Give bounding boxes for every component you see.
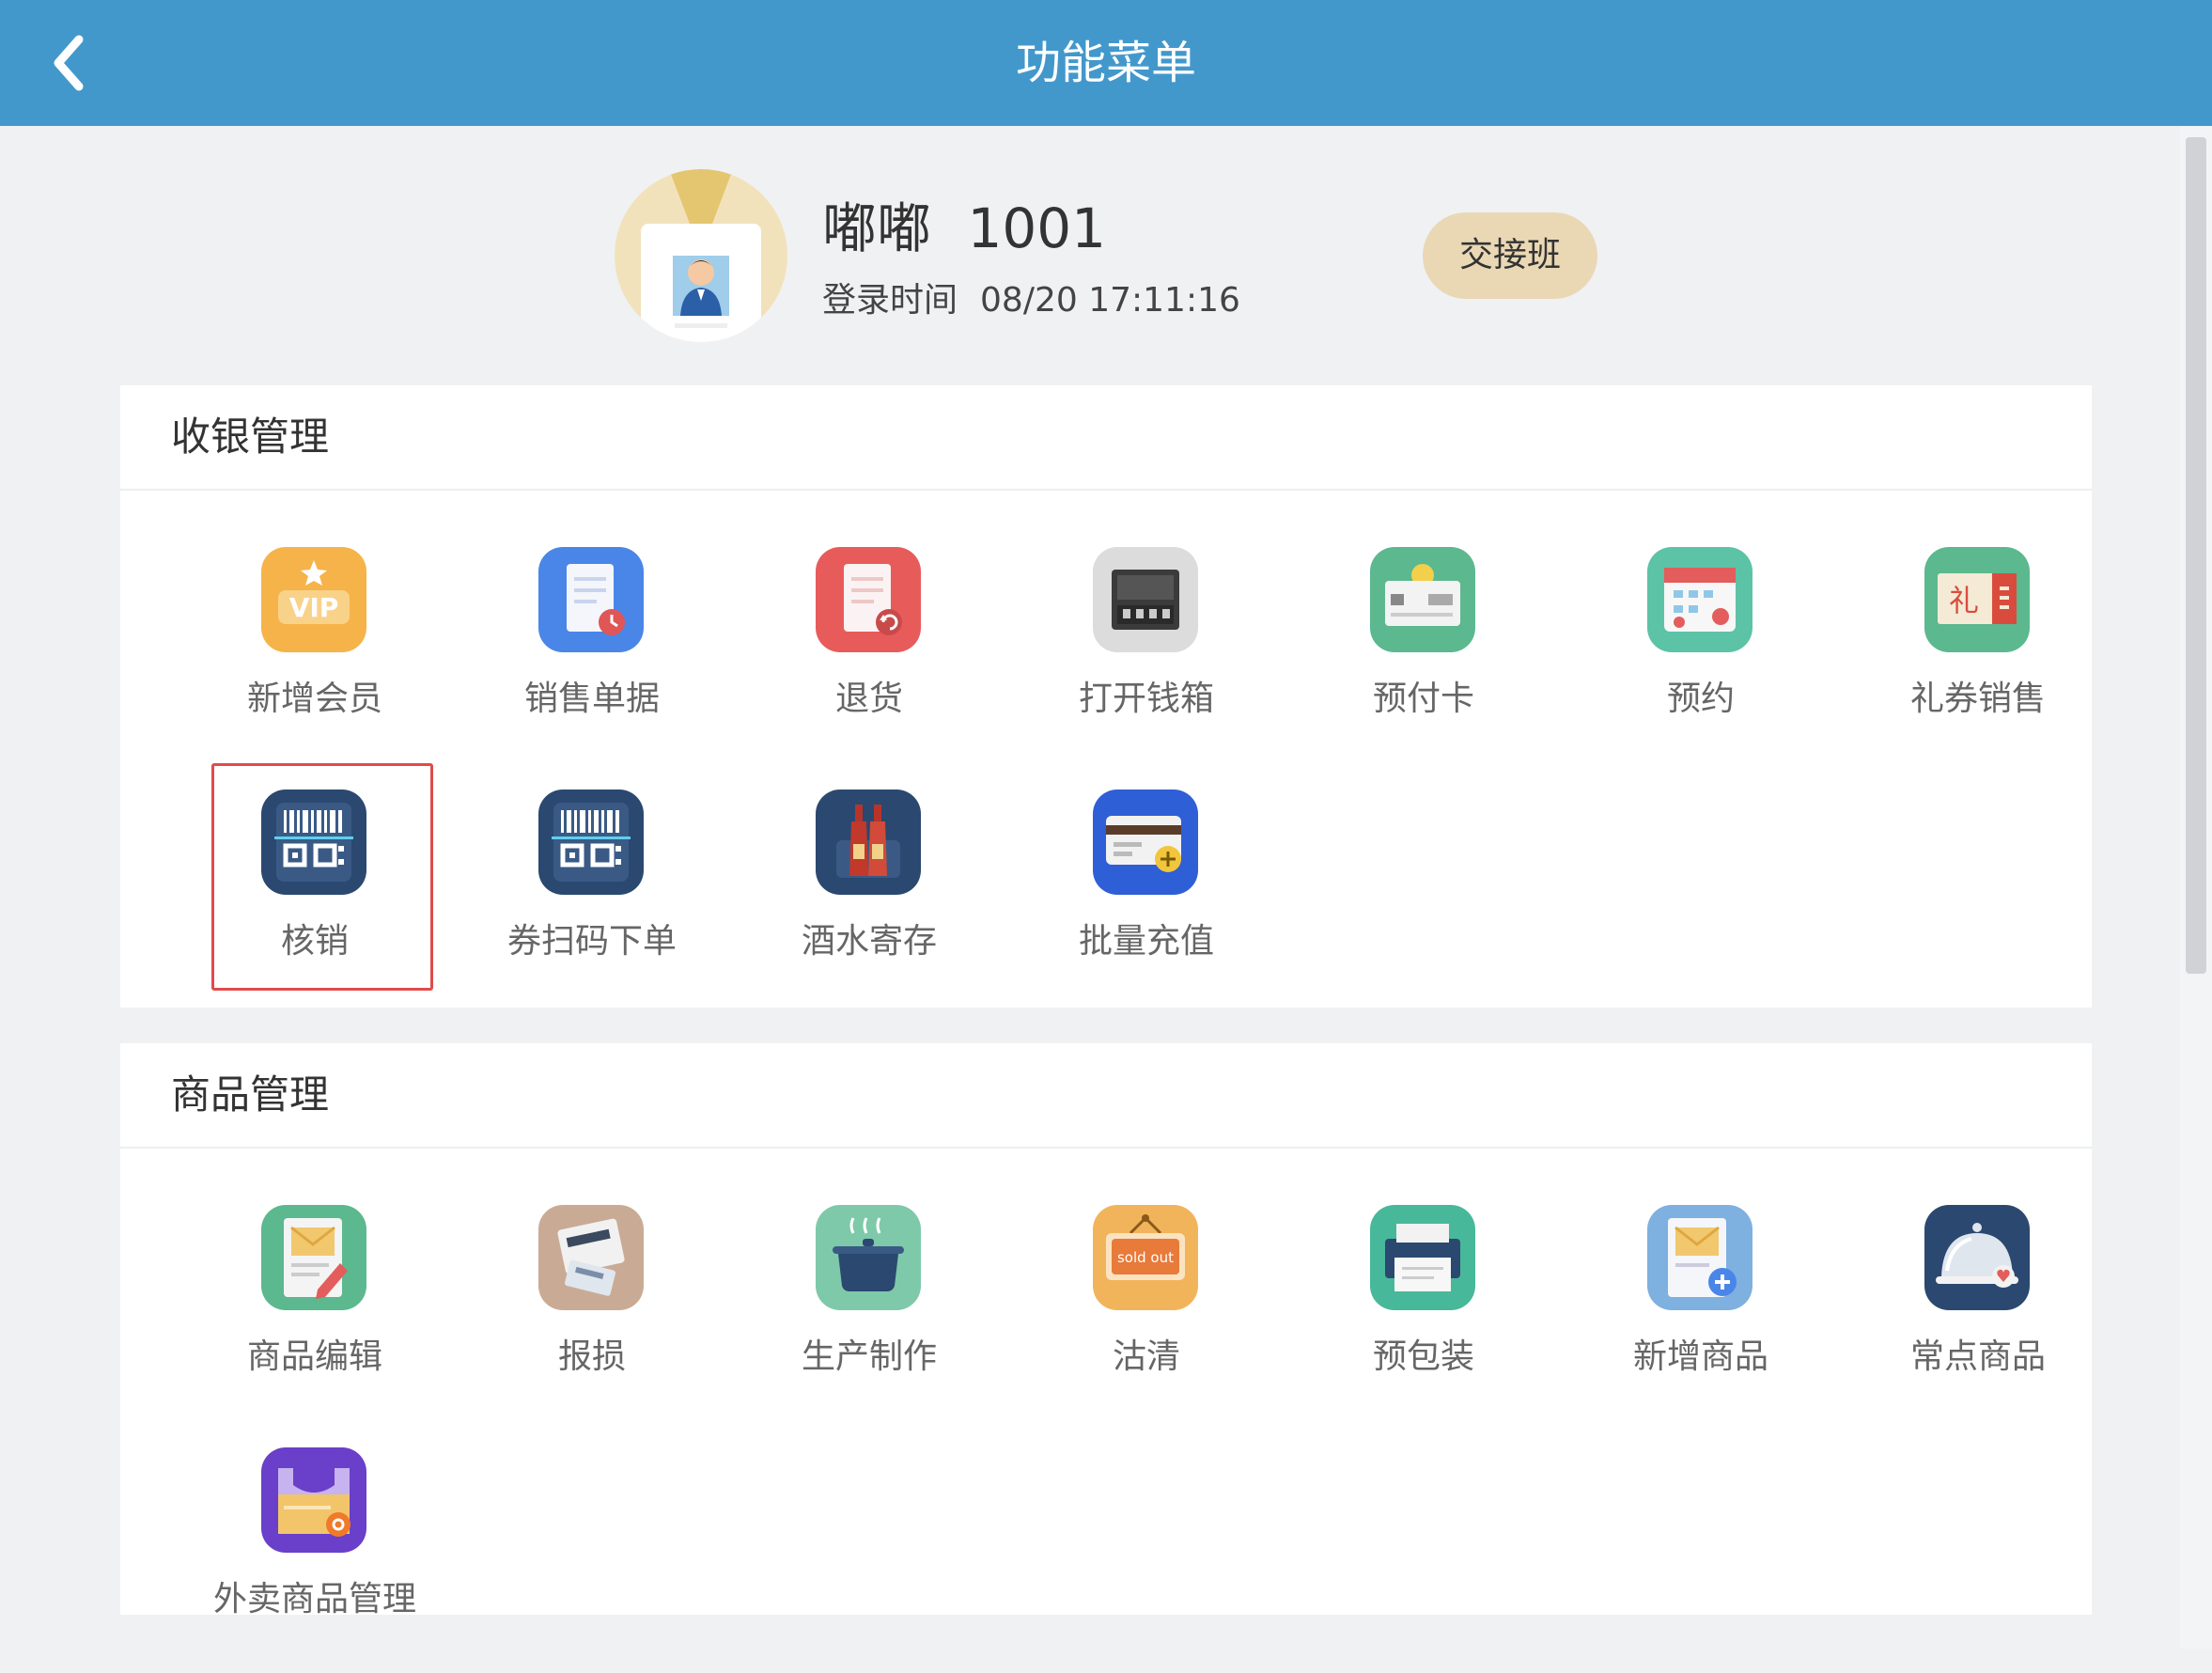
menu-item-label: 新增会员 — [246, 680, 382, 718]
menu-item[interactable]: 酒水寄存 — [759, 790, 979, 1015]
menu-item[interactable]: 报损 — [482, 1205, 702, 1431]
cash-drawer-icon — [1093, 547, 1198, 652]
takeout-bag-icon — [261, 1447, 366, 1553]
menu-item-label: 常点商品 — [1909, 1337, 2046, 1376]
menu-item[interactable]: 生产制作 — [759, 1205, 979, 1431]
menu-item[interactable]: 退货 — [759, 547, 979, 773]
menu-item-label: 预包装 — [1372, 1337, 1474, 1376]
svg-text:VIP: VIP — [289, 592, 339, 623]
add-product-icon — [1647, 1205, 1752, 1310]
sales-receipt-icon — [538, 547, 644, 652]
coupon-qr-scan-icon — [538, 790, 644, 895]
menu-item-label: 外卖商品管理 — [212, 1580, 416, 1618]
menu-item[interactable]: 核销 — [205, 790, 425, 1015]
user-name-text: 嘟嘟 — [822, 196, 932, 260]
menu-item-label: 核销 — [280, 922, 349, 961]
menu-item-label: 礼券销售 — [1909, 680, 2046, 718]
menu-item-label: 沽清 — [1112, 1337, 1180, 1376]
menu-item[interactable]: 礼礼券销售 — [1868, 547, 2088, 773]
card-topup-icon — [1093, 790, 1198, 895]
menu-item-label: 报损 — [557, 1337, 626, 1376]
menu-item[interactable]: VIP 新增会员 — [205, 547, 425, 773]
title-bar: 功能菜单 — [0, 0, 2212, 126]
menu-item-label: 商品编辑 — [246, 1337, 382, 1376]
menu-item[interactable]: 打开钱箱 — [1036, 547, 1256, 773]
return-receipt-icon — [816, 547, 921, 652]
vip-card-icon: VIP — [261, 547, 366, 652]
login-time-label: 登录时间 — [822, 281, 958, 320]
product-edit-icon — [261, 1205, 366, 1310]
scrollbar-thumb[interactable] — [2186, 137, 2206, 974]
id-badge-avatar-icon — [641, 169, 761, 342]
menu-item-label: 生产制作 — [801, 1337, 937, 1376]
menu-item[interactable]: 商品编辑 — [205, 1205, 425, 1431]
menu-item[interactable]: 批量充值 — [1036, 790, 1256, 1015]
menu-item[interactable]: 预付卡 — [1314, 547, 1534, 773]
shift-handover-button[interactable]: 交接班 — [1423, 212, 1597, 299]
wine-bottles-icon — [816, 790, 921, 895]
page-title: 功能菜单 — [1015, 37, 1196, 89]
menu-item-label: 批量充值 — [1078, 922, 1214, 961]
menu-item-label: 销售单据 — [523, 680, 660, 718]
user-id: 1001 — [967, 196, 1107, 260]
section-title: 商品管理 — [120, 1043, 2092, 1149]
menu-item[interactable]: 外卖商品管理 — [205, 1447, 425, 1673]
menu-item-label: 券扫码下单 — [506, 922, 677, 961]
menu-item[interactable]: sold out 沽清 — [1036, 1205, 1256, 1431]
qr-scan-icon — [261, 790, 366, 895]
menu-item[interactable]: 销售单据 — [482, 547, 702, 773]
damage-report-icon — [538, 1205, 644, 1310]
menu-item-label: 预付卡 — [1372, 680, 1474, 718]
menu-item-label: 酒水寄存 — [801, 922, 937, 961]
menu-item[interactable]: 预约 — [1591, 547, 1811, 773]
login-time-row: 登录时间 08/20 17:11:16 — [822, 273, 1240, 321]
gift-voucher-icon: 礼 — [1924, 547, 2030, 652]
calendar-icon — [1647, 547, 1752, 652]
cooking-pot-icon — [816, 1205, 921, 1310]
section-title: 收银管理 — [120, 385, 2092, 491]
menu-item-label: 预约 — [1666, 680, 1735, 718]
section-cashier: 收银管理 VIP 新增会员 销售单据 退货 打开钱箱 预付卡 预约 礼礼券销售 核销 券扫码下… — [120, 385, 2092, 1008]
section-product: 商品管理 商品编辑 报损 生产制作 sold out 沽清 预包装 新增商品 常点商品外卖商品… — [120, 1043, 2092, 1618]
prepaid-card-icon — [1370, 547, 1475, 652]
svg-text:礼: 礼 — [1949, 583, 1979, 618]
sold-out-sign-icon: sold out — [1093, 1205, 1198, 1310]
menu-item[interactable]: 新增商品 — [1591, 1205, 1811, 1431]
menu-item-label: 退货 — [834, 680, 903, 718]
menu-item-label: 打开钱箱 — [1078, 680, 1214, 718]
menu-item[interactable]: 券扫码下单 — [482, 790, 702, 1015]
menu-item[interactable]: 预包装 — [1314, 1205, 1534, 1431]
svg-text:sold out: sold out — [1117, 1249, 1174, 1266]
avatar — [615, 169, 787, 342]
cloche-icon — [1924, 1205, 2030, 1310]
login-time-value: 08/20 17:11:16 — [980, 281, 1240, 320]
prepack-printer-icon — [1370, 1205, 1475, 1310]
user-name: 嘟嘟 1001 — [822, 184, 1106, 263]
menu-item-label: 新增商品 — [1632, 1337, 1768, 1376]
menu-item[interactable]: 常点商品 — [1868, 1205, 2088, 1431]
